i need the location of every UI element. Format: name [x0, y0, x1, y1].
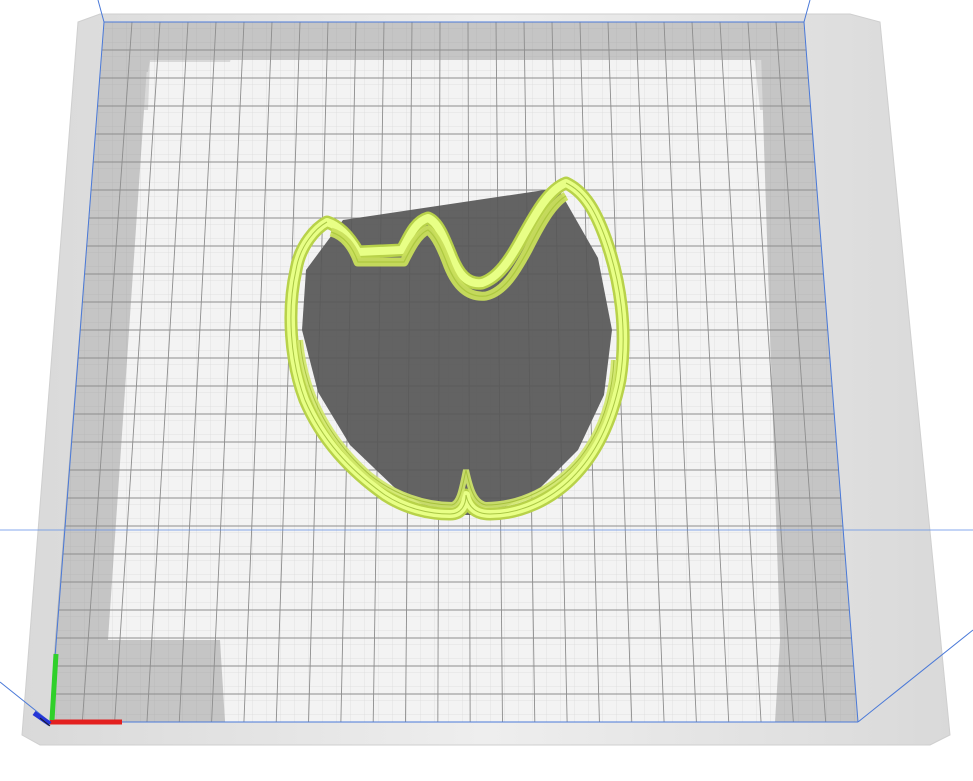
build-plate-scene[interactable] — [0, 0, 973, 781]
3d-viewport[interactable] — [0, 0, 973, 781]
